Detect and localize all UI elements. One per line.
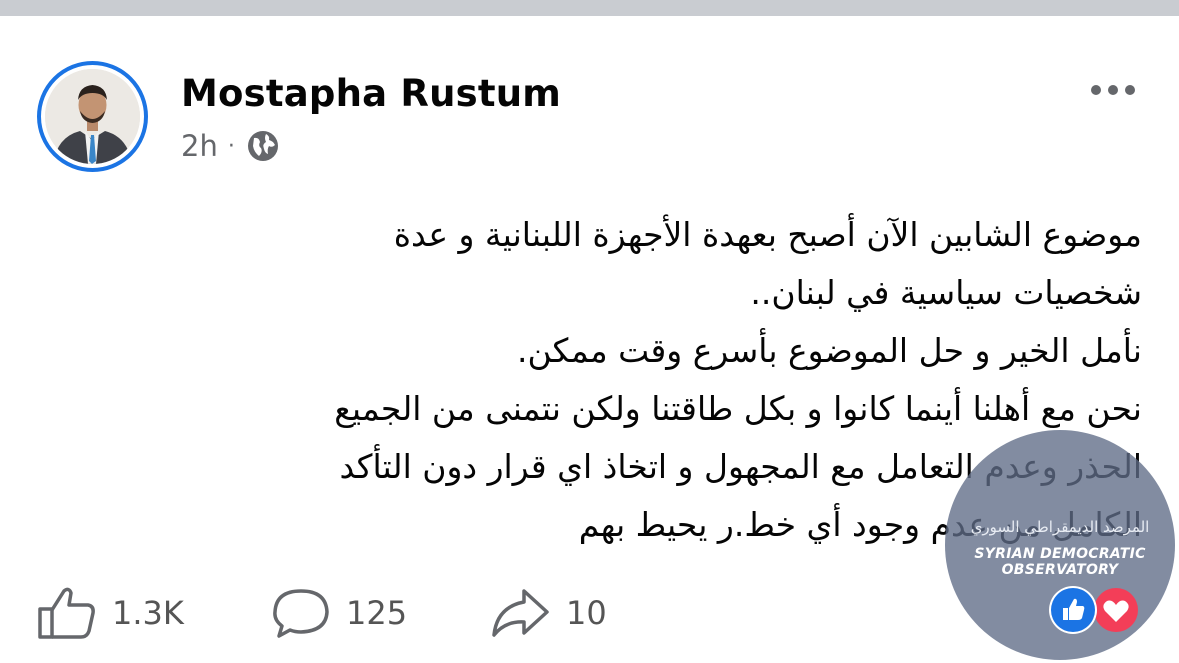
watermark-english: SYRIAN DEMOCRATIC OBSERVATORY xyxy=(974,546,1146,578)
post-line: شخصيات سياسية في لبنان.. xyxy=(750,273,1142,312)
post-time[interactable]: 2h xyxy=(181,129,218,163)
watermark-arabic: المرصد الديمقراطي السوري xyxy=(970,518,1150,536)
globe-icon[interactable] xyxy=(245,128,281,164)
share-button[interactable]: 10 xyxy=(490,585,607,641)
reaction-badges[interactable] xyxy=(1046,585,1146,635)
post-line: نحن مع أهلنا أينما كانوا و بكل طاقتنا ول… xyxy=(334,389,1142,428)
like-count: 1.3K xyxy=(112,594,184,632)
post-meta: 2h · xyxy=(181,128,281,164)
thumbs-up-icon xyxy=(36,585,98,641)
meta-separator: · xyxy=(227,133,235,159)
top-divider xyxy=(0,0,1179,16)
share-count: 10 xyxy=(566,594,607,632)
author-name[interactable]: Mostapha Rustum xyxy=(181,72,561,115)
comment-bubble-icon xyxy=(270,585,332,641)
post-line: نأمل الخير و حل الموضوع بأسرع وقت ممكن. xyxy=(517,331,1142,370)
post-line: موضوع الشابين الآن أصبح بعهدة الأجهزة ال… xyxy=(393,215,1142,254)
comment-button[interactable]: 125 xyxy=(270,585,407,641)
comment-count: 125 xyxy=(346,594,408,632)
share-arrow-icon xyxy=(490,585,552,641)
like-button[interactable]: 1.3K xyxy=(36,585,184,641)
avatar[interactable] xyxy=(45,69,140,164)
more-options-icon[interactable] xyxy=(1087,78,1139,102)
